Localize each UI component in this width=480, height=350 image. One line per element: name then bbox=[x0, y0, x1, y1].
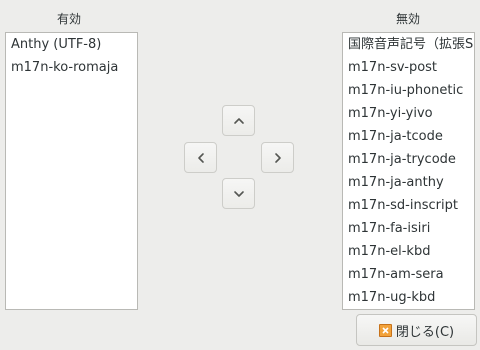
close-button-label: 閉じる(C) bbox=[395, 324, 455, 340]
disabled-label: 無効 bbox=[396, 12, 421, 26]
list-item[interactable]: m17n-ja-tcode bbox=[343, 125, 474, 148]
list-item[interactable]: m17n-fa-isiri bbox=[343, 217, 474, 240]
move-up-button[interactable] bbox=[222, 105, 255, 136]
list-item[interactable]: m17n-sd-inscript bbox=[343, 194, 474, 217]
close-button[interactable]: 閉じる(C) bbox=[356, 314, 477, 346]
list-item[interactable]: Anthy (UTF-8) bbox=[6, 33, 137, 56]
enabled-label: 有効 bbox=[57, 12, 82, 26]
chevron-right-icon bbox=[274, 152, 281, 163]
list-item[interactable]: m17n-ja-anthy bbox=[343, 171, 474, 194]
list-item[interactable]: m17n-yi-yivo bbox=[343, 102, 474, 125]
move-right-button[interactable] bbox=[261, 142, 294, 173]
list-item[interactable]: m17n-ko-romaja bbox=[6, 56, 137, 79]
list-item[interactable]: m17n-am-sera bbox=[343, 263, 474, 286]
list-item[interactable]: 国際音声記号（拡張S bbox=[343, 33, 474, 56]
move-down-button[interactable] bbox=[222, 178, 255, 209]
list-item[interactable]: m17n-sv-post bbox=[343, 56, 474, 79]
list-item[interactable]: m17n-iu-phonetic bbox=[343, 79, 474, 102]
move-left-button[interactable] bbox=[184, 142, 217, 173]
enabled-list[interactable]: Anthy (UTF-8) m17n-ko-romaja bbox=[5, 32, 138, 310]
list-item[interactable]: m17n-ja-trycode bbox=[343, 148, 474, 171]
chevron-up-icon bbox=[233, 117, 244, 124]
list-item[interactable]: m17n-ug-kbd bbox=[343, 286, 474, 309]
chevron-down-icon bbox=[233, 190, 244, 197]
disabled-list[interactable]: 国際音声記号（拡張S m17n-sv-post m17n-iu-phonetic m1… bbox=[342, 32, 475, 310]
list-item[interactable]: m17n-el-kbd bbox=[343, 240, 474, 263]
chevron-left-icon bbox=[197, 152, 204, 163]
im-selector-dialog: 有効 無効 Anthy (UTF-8) m17n-ko-romaja 国際音声記号… bbox=[0, 0, 480, 350]
close-icon bbox=[378, 323, 392, 337]
